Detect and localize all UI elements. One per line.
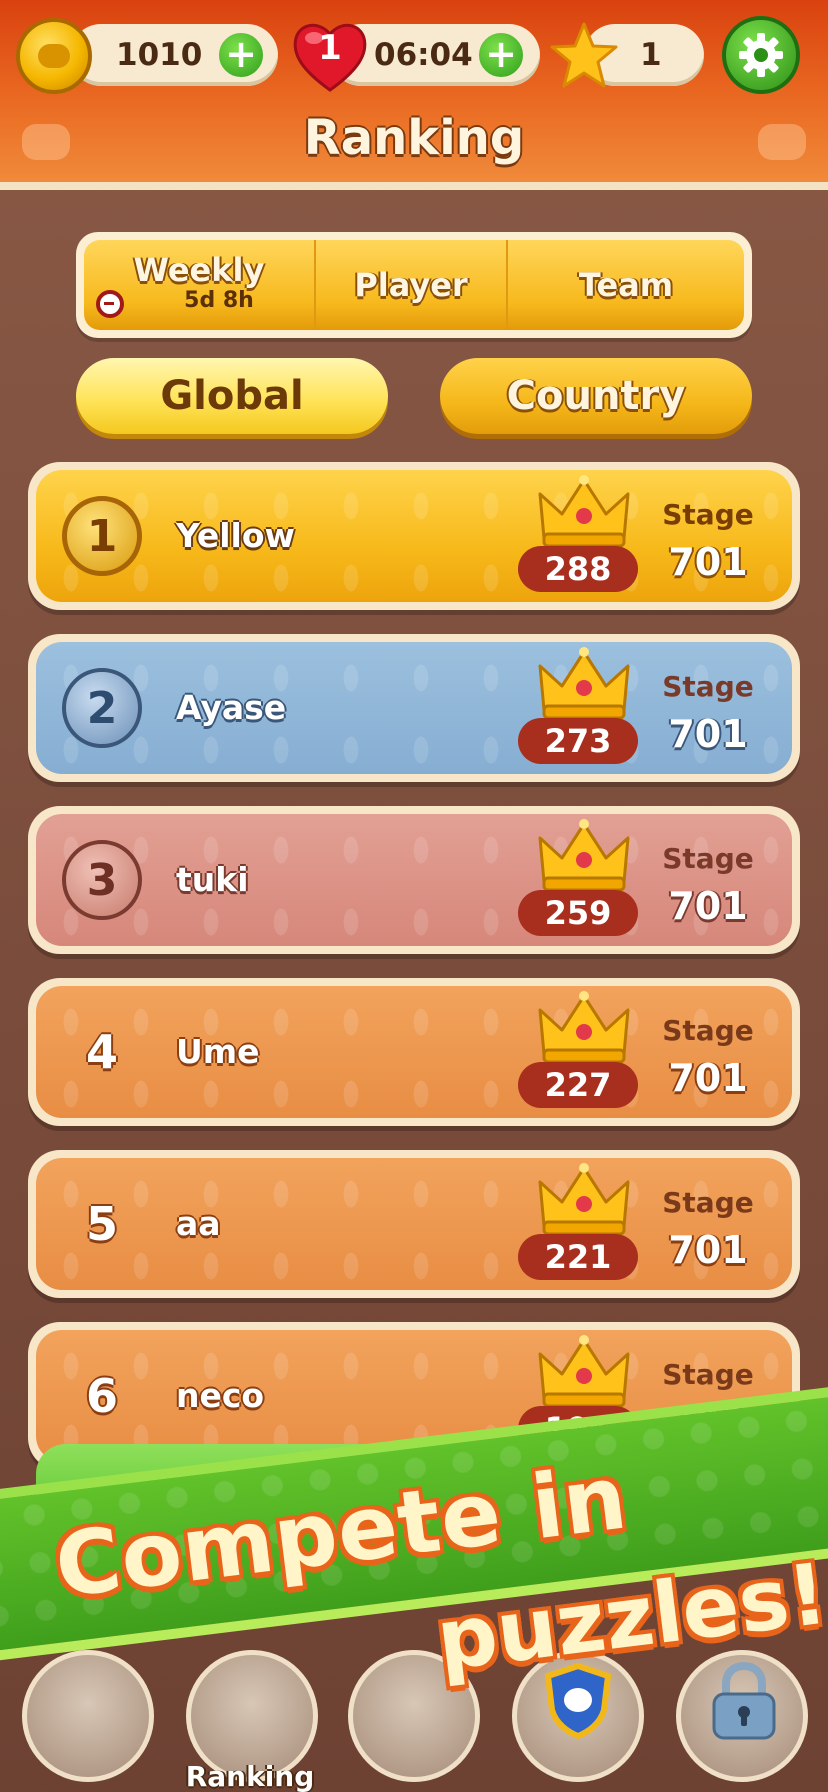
rank-number: 6 (85, 1369, 118, 1423)
crown-icon (538, 991, 630, 1064)
player-name: neco (176, 1376, 265, 1415)
silver-medal-icon: 2 (62, 668, 142, 748)
global-button[interactable]: Global (76, 358, 388, 434)
ranking-row[interactable]: 3 tuki 259 Stage 701 (28, 806, 800, 954)
crown-count: 273 (518, 718, 638, 764)
weekly-time-remaining: 5d 8h (184, 288, 254, 313)
life-timer: 06:04 (374, 37, 473, 73)
coin-icon (16, 18, 92, 94)
crown-icon (538, 1335, 630, 1408)
lock-icon (712, 1661, 776, 1740)
settings-button[interactable] (722, 16, 800, 94)
tab-team[interactable]: Team (508, 240, 744, 330)
gear-icon (739, 33, 783, 77)
page-title: Ranking (303, 110, 525, 166)
rank-number: 4 (85, 1025, 118, 1079)
crown-icon (538, 647, 630, 720)
tab-player[interactable]: Player (316, 240, 508, 330)
clock-icon (96, 290, 124, 318)
stage-label: Stage (662, 1014, 754, 1047)
nav-ranking-label: Ranking (185, 1760, 315, 1792)
stage-label: Stage (662, 1358, 754, 1391)
crown-count: 288 (518, 546, 638, 592)
crown-count: 259 (518, 890, 638, 936)
player-name: Yellow (176, 516, 296, 555)
stage-value: 701 (668, 884, 748, 928)
gold-medal-icon: 1 (62, 496, 142, 576)
country-button[interactable]: Country (440, 358, 752, 434)
star-icon (550, 22, 618, 88)
add-coins-button[interactable]: + (216, 30, 266, 80)
player-name: tuki (176, 860, 249, 899)
lives-count: 1 (318, 28, 342, 68)
ranking-row[interactable]: 4 Ume 227 Stage 701 (28, 978, 800, 1126)
crown-icon (538, 1163, 630, 1236)
crown-count: 221 (518, 1234, 638, 1280)
ranking-row[interactable]: 1 Yellow 288 Stage 701 (28, 462, 800, 610)
rank-number: 5 (85, 1197, 118, 1251)
ranking-row[interactable]: 2 Ayase 273 Stage 701 (28, 634, 800, 782)
coin-count: 1010 (116, 37, 203, 73)
bronze-medal-icon: 3 (62, 840, 142, 920)
top-bar: 1010 + 06:04 1 + 1 Ranking (0, 0, 828, 190)
crown-icon (538, 475, 630, 548)
ranking-row[interactable]: 5 aa 221 Stage 701 (28, 1150, 800, 1298)
stage-label: Stage (662, 842, 754, 875)
stage-value: 701 (668, 1056, 748, 1100)
add-lives-button[interactable]: + (476, 30, 526, 80)
stage-value: 701 (668, 1228, 748, 1272)
crown-count: 227 (518, 1062, 638, 1108)
stage-label: Stage (662, 498, 754, 531)
stage-label: Stage (662, 1186, 754, 1219)
player-name: aa (176, 1204, 221, 1243)
nav-shop-button[interactable] (22, 1650, 154, 1782)
tab-weekly[interactable]: Weekly 5d 8h (84, 240, 316, 330)
stage-value: 701 (668, 712, 748, 756)
star-count: 1 (640, 37, 662, 73)
ranking-tabs: Weekly 5d 8h Player Team (76, 232, 752, 338)
tab-weekly-label: Weekly (133, 251, 265, 289)
player-name: Ume (176, 1032, 260, 1071)
stage-value: 701 (668, 540, 748, 584)
stage-label: Stage (662, 670, 754, 703)
crown-icon (538, 819, 630, 892)
player-name: Ayase (176, 688, 287, 727)
